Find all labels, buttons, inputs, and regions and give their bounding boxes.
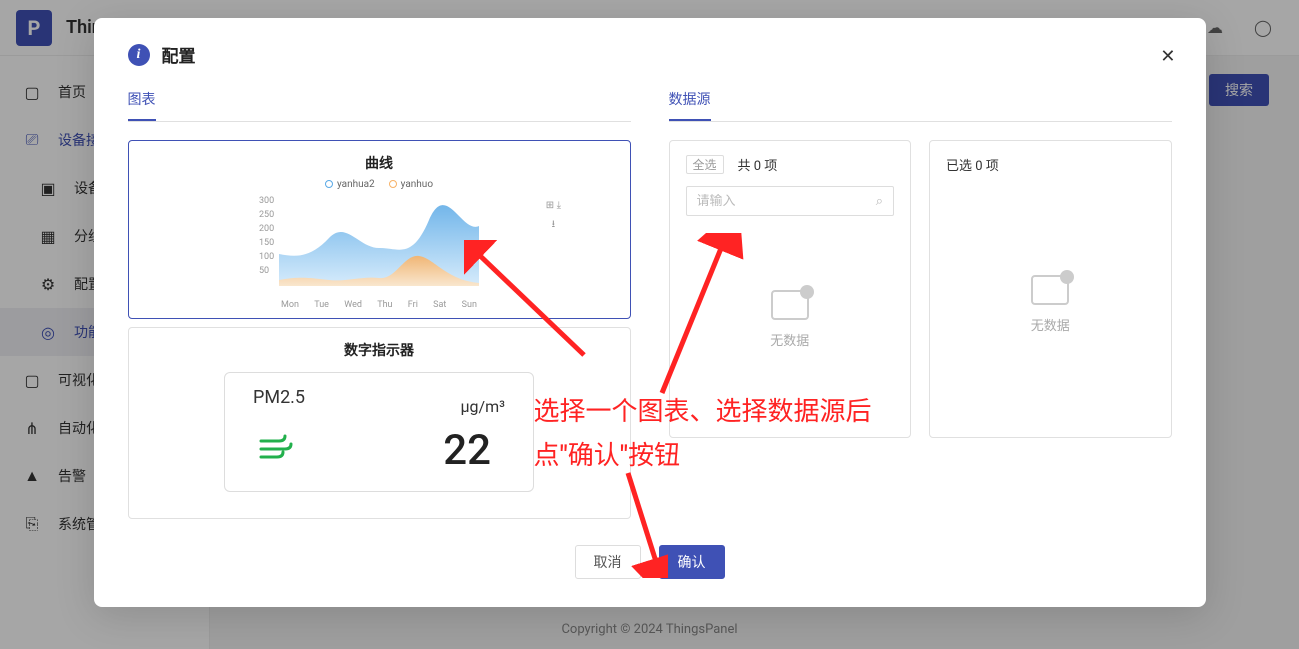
chart-card-curve[interactable]: 曲线 yanhua2 yanhuo ⊞ ⤓⭳ 300 250 200 150 1… [128,140,631,319]
panel-charts: 图表 曲线 yanhua2 yanhuo ⊞ ⤓⭳ 300 250 200 15… [128,89,631,519]
config-dialog: i 配置 ✕ 图表 曲线 yanhua2 yanhuo ⊞ ⤓⭳ 300 250 [94,18,1206,607]
dialog-title: 配置 [162,42,196,67]
ds-empty-right: 无数据 [946,186,1155,423]
ds-empty-left: 无数据 [686,216,895,423]
tab-chart[interactable]: 图表 [128,89,631,122]
empty-icon [1031,275,1069,305]
indicator-value: 22 [443,426,491,475]
indicator-label: PM2.5 [253,387,305,408]
cancel-button[interactable]: 取消 [575,545,641,579]
modal-overlay: i 配置 ✕ 图表 曲线 yanhua2 yanhuo ⊞ ⤓⭳ 300 250 [0,0,1299,649]
confirm-button[interactable]: 确认 [659,545,725,579]
indicator: PM2.5 μg/m³ 22 [224,372,534,492]
wind-icon [259,433,293,468]
empty-icon [771,290,809,320]
search-icon: ⌕ [876,194,883,209]
ds-search-input[interactable] [697,194,876,209]
tab-datasource[interactable]: 数据源 [669,89,1172,122]
panel-datasource: 数据源 全选 共 0 项 ⌕ 无数据 [669,89,1172,519]
ds-total: 共 0 项 [738,155,778,174]
close-icon[interactable]: ✕ [1160,46,1175,67]
chart-card-indicator[interactable]: 数字指示器 PM2.5 μg/m³ 22 [128,327,631,519]
select-all-label[interactable]: 全选 [686,155,724,174]
ds-available: 全选 共 0 项 ⌕ 无数据 [669,140,912,438]
chart-toolbox: ⊞ ⤓⭳ [546,200,561,234]
chart-legend: yanhua2 yanhuo [129,179,630,190]
area-chart: ⊞ ⤓⭳ 300 250 200 150 100 50 [279,196,479,306]
chart-title-curve: 曲线 [129,153,630,173]
indicator-unit: μg/m³ [460,397,505,416]
ds-selected-count: 已选 0 项 [946,155,999,174]
chart-title-indicator: 数字指示器 [129,340,630,360]
ds-search[interactable]: ⌕ [686,186,895,216]
info-icon: i [128,44,150,66]
ds-selected: 已选 0 项 无数据 [929,140,1172,438]
